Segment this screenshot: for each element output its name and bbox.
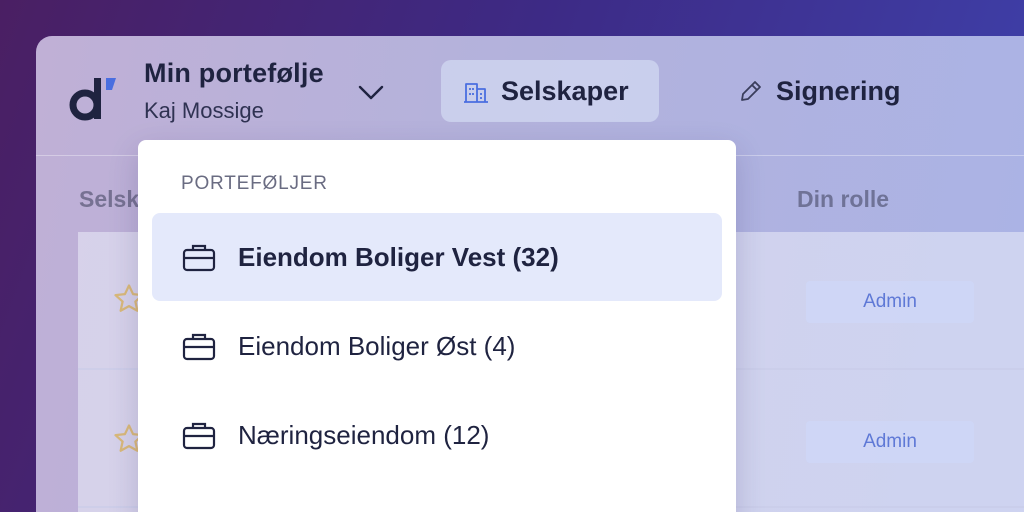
tab-selskaper-label: Selskaper bbox=[501, 75, 629, 106]
tab-signering[interactable]: Signering bbox=[716, 60, 923, 122]
dropdown-item-label: Eiendom Boliger Vest (32) bbox=[238, 241, 559, 272]
portfolio-name[interactable]: Min portefølje bbox=[144, 58, 324, 89]
briefcase-icon bbox=[182, 333, 216, 361]
role-badge: Admin bbox=[806, 421, 974, 463]
portfolio-dropdown: PORTEFØLJER Eiendom Boliger Vest (32) Ei… bbox=[138, 140, 736, 512]
dropdown-item-label: Næringseiendom (12) bbox=[238, 419, 490, 450]
role-badge: Admin bbox=[806, 281, 974, 323]
tab-signering-label: Signering bbox=[776, 75, 901, 106]
briefcase-icon bbox=[182, 422, 216, 450]
briefcase-icon bbox=[182, 244, 216, 272]
dropdown-item-eiendom-boliger-ost[interactable]: Eiendom Boliger Øst (4) bbox=[152, 302, 722, 390]
column-header-role[interactable]: Din rolle bbox=[797, 186, 889, 213]
chevron-down-icon[interactable] bbox=[356, 80, 386, 104]
pencil-icon bbox=[741, 81, 761, 101]
logo-icon bbox=[69, 78, 116, 121]
dropdown-heading: PORTEFØLJER bbox=[181, 173, 328, 194]
tab-selskaper[interactable]: Selskaper bbox=[441, 60, 659, 122]
building-icon bbox=[464, 83, 488, 103]
dropdown-item-naeringseiendom[interactable]: Næringseiendom (12) bbox=[152, 391, 722, 479]
dropdown-item-label: Eiendom Boliger Øst (4) bbox=[238, 330, 516, 361]
dropdown-item-eiendom-boliger-vest[interactable]: Eiendom Boliger Vest (32) bbox=[152, 213, 722, 301]
top-bar: Min portefølje Kaj Mossige Selskaper Sig… bbox=[36, 36, 1024, 156]
column-header-company[interactable]: Selsk bbox=[79, 186, 139, 213]
user-name: Kaj Mossige bbox=[144, 98, 264, 123]
